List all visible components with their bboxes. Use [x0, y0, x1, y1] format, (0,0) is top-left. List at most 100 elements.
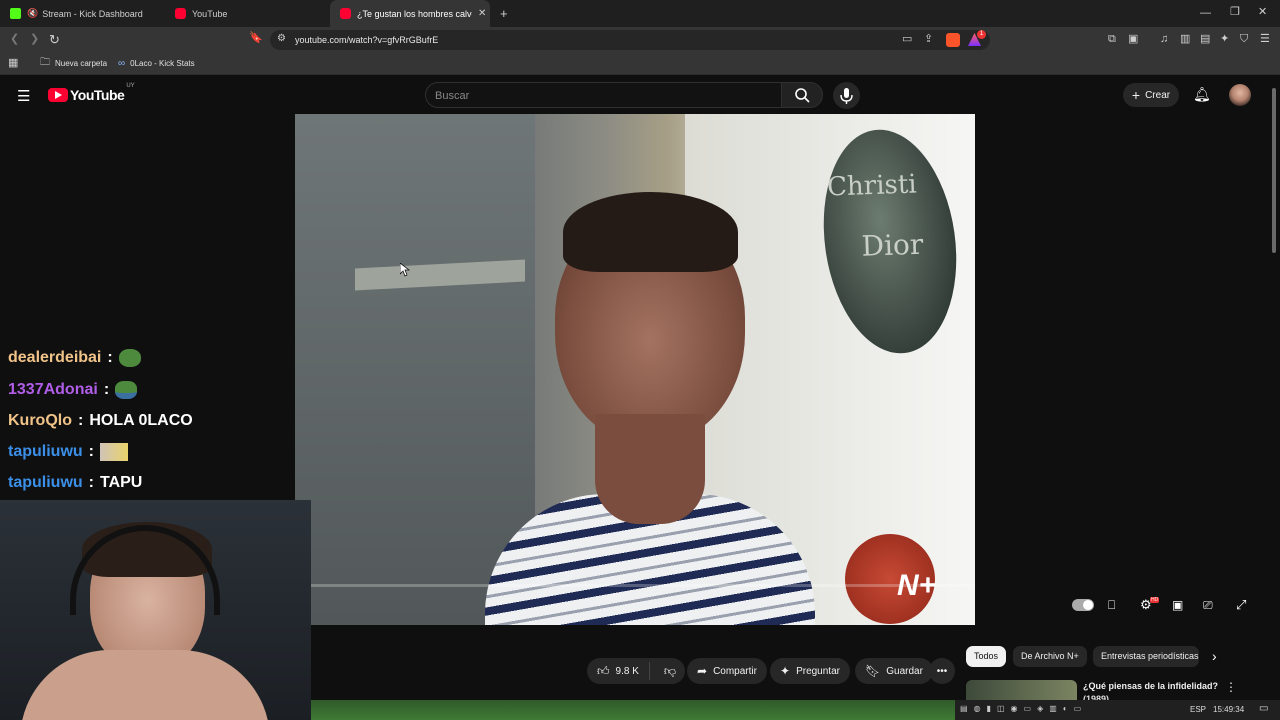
extensions-icon[interactable]: ⧉ — [1108, 34, 1116, 45]
search-input[interactable]: Buscar — [425, 82, 782, 108]
progress-bar[interactable] — [295, 584, 975, 587]
chat-username: tapuliuwu — [8, 443, 83, 460]
recommended-more-icon[interactable]: ⋮ — [1225, 680, 1237, 694]
fullscreen-icon[interactable]: ⤢ — [1236, 598, 1246, 611]
chips-next-chevron-icon[interactable]: › — [1212, 648, 1217, 664]
menu-icon[interactable]: ☰ — [1260, 34, 1270, 45]
save-button[interactable]: 🔖︎ Guardar — [855, 658, 933, 684]
frog-emote-icon — [115, 381, 138, 399]
back-icon[interactable]: ❮ — [10, 34, 19, 45]
share-button[interactable]: ➦ Compartir — [687, 658, 767, 684]
chip-todos[interactable]: Todos — [966, 646, 1007, 667]
cast-page-icon[interactable]: ▭ — [902, 34, 912, 45]
forward-icon[interactable]: ❯ — [30, 34, 39, 45]
notifications-bell-icon[interactable]: 🔔︎ — [1193, 86, 1211, 103]
tab-label: ¿Te gustan los hombres calvos? | — [357, 8, 472, 19]
search-icon — [795, 88, 810, 103]
bookmark-folder[interactable]: 🗀 Nueva carpeta — [40, 58, 107, 68]
tab-youtube[interactable]: YouTube — [165, 0, 330, 27]
mouse-cursor-icon — [400, 263, 410, 277]
wallet-card-icon[interactable]: ▤ — [1200, 34, 1210, 45]
close-tab-icon[interactable]: ✕ — [478, 8, 486, 19]
sign-text-line1: Christi — [826, 169, 918, 203]
save-bookmark-icon: 🔖︎ — [865, 664, 881, 678]
chat-username: KuroQlo — [8, 412, 72, 429]
search-button[interactable] — [781, 82, 823, 108]
youtube-logo[interactable]: YouTube UY — [48, 83, 135, 103]
hamburger-menu-icon[interactable]: ☰ — [17, 87, 30, 105]
share-icon[interactable]: ⇪ — [924, 34, 933, 45]
chip-de-archivo[interactable]: De Archivo N+ — [1013, 646, 1087, 667]
bookmark-icon[interactable]: 🔖 — [249, 33, 263, 44]
webcam-shoulders — [20, 650, 270, 720]
leo-ai-icon[interactable]: ✦ — [1220, 34, 1229, 45]
volume-icon[interactable]: ◐ — [1063, 704, 1068, 713]
sign-text-line2: Dior — [860, 227, 924, 263]
chat-message: tapuliuwu: — [8, 441, 128, 463]
music-icon[interactable]: ♫ — [1160, 34, 1168, 45]
bookmark-label: 0Laco - Kick Stats — [130, 59, 195, 68]
language-indicator[interactable]: ESP — [1190, 705, 1206, 714]
tray-app-icon[interactable]: ▭ — [1024, 704, 1032, 713]
avatar[interactable] — [1229, 84, 1251, 106]
tab-label: Stream - Kick Dashboard — [42, 8, 143, 19]
muted-icon: 🔇 — [27, 8, 39, 18]
video-frame-neck — [595, 414, 705, 524]
rewards-badge: 1 — [977, 30, 986, 39]
like-count: 9.8 K — [615, 665, 639, 677]
sidebar-icon[interactable]: ▥ — [1180, 34, 1190, 45]
recommended-title[interactable]: ¿Qué piensas de la infidelidad? — [1083, 681, 1218, 691]
subtitles-icon[interactable]: ⎕ — [1108, 599, 1115, 611]
create-button[interactable]: + Crear — [1123, 83, 1179, 107]
tray-app-icon[interactable]: ◍ — [974, 704, 981, 713]
cast-icon[interactable]: ⎚ — [1203, 599, 1213, 611]
video-player[interactable]: Christi Dior N+ — [295, 114, 975, 625]
page-scrollbar[interactable] — [1272, 88, 1276, 253]
sparkle-icon: ✦ — [780, 664, 791, 678]
tray-app-icon[interactable]: ◉ — [1011, 704, 1018, 713]
bookmark-kick-stats[interactable]: ∞ 0Laco - Kick Stats — [118, 58, 195, 69]
notifications-icon[interactable]: ▭ — [1259, 703, 1268, 714]
brave-shield-icon[interactable] — [946, 33, 960, 47]
network-icon[interactable]: ▥ — [1049, 704, 1057, 713]
reload-icon[interactable]: ↻ — [49, 33, 60, 46]
bookmarks-bar: ▦ 🗀 Nueva carpeta ∞ 0Laco - Kick Stats — [0, 53, 1280, 75]
more-actions-button[interactable]: ••• — [929, 658, 955, 684]
tray-app-icon[interactable]: ▮ — [987, 704, 991, 713]
close-window-icon[interactable]: ✕ — [1258, 7, 1267, 18]
clock[interactable]: 15:49:34 — [1213, 705, 1244, 714]
miniplayer-icon[interactable]: ▣ — [1172, 599, 1183, 611]
chat-username: dealerdeibai — [8, 349, 102, 366]
ask-button[interactable]: ✦ Preguntar — [770, 658, 850, 684]
new-tab-icon[interactable]: + — [500, 7, 508, 20]
battery-icon[interactable]: ▭ — [1074, 704, 1082, 713]
folder-icon: 🗀 — [40, 57, 50, 68]
restore-icon[interactable]: ❐ — [1230, 7, 1240, 18]
tray-app-icon[interactable]: ◈ — [1037, 704, 1043, 713]
tab-kick-dashboard[interactable]: 🔇 Stream - Kick Dashboard — [0, 0, 165, 27]
ask-label: Preguntar — [796, 665, 840, 677]
apps-grid-icon[interactable]: ▦ — [8, 58, 18, 69]
autoplay-toggle[interactable] — [1072, 599, 1094, 611]
thumbs-down-icon[interactable]: 👎︎ — [656, 664, 684, 679]
recommended-thumbnail[interactable] — [966, 680, 1077, 702]
site-settings-icon[interactable]: ⚙ — [277, 34, 286, 44]
address-bar-row: ❮ ❯ ↻ 🔖 ⚙ youtube.com/watch?v=gfvRrGBufr… — [0, 27, 1280, 53]
tab-current-video[interactable]: ¿Te gustan los hombres calvos? | ✕ — [330, 0, 490, 27]
wallet-icon[interactable]: ▣ — [1128, 34, 1138, 45]
video-frame-left-wall — [295, 114, 535, 625]
chat-username: tapuliuwu — [8, 474, 83, 491]
minimize-icon[interactable]: — — [1200, 8, 1211, 19]
chip-entrevistas[interactable]: Entrevistas periodísticas — [1093, 646, 1199, 667]
tray-app-icon[interactable]: ◫ — [997, 704, 1005, 713]
like-button[interactable]: 👍︎ 9.8 K — [587, 662, 650, 680]
cat-emote-icon — [99, 443, 128, 461]
chat-text: TAPU — [99, 474, 143, 491]
vpn-icon[interactable]: ⛉ — [1240, 34, 1248, 45]
voice-search-button[interactable] — [833, 82, 860, 109]
url-text[interactable]: youtube.com/watch?v=gfvRrGBufrE — [295, 35, 438, 45]
url-field[interactable]: ⚙ youtube.com/watch?v=gfvRrGBufrE ▭ ⇪ 1 — [270, 30, 990, 50]
frog-emote-icon — [118, 349, 141, 367]
tray-app-icon[interactable]: ▤ — [960, 704, 968, 713]
youtube-icon — [175, 8, 186, 19]
